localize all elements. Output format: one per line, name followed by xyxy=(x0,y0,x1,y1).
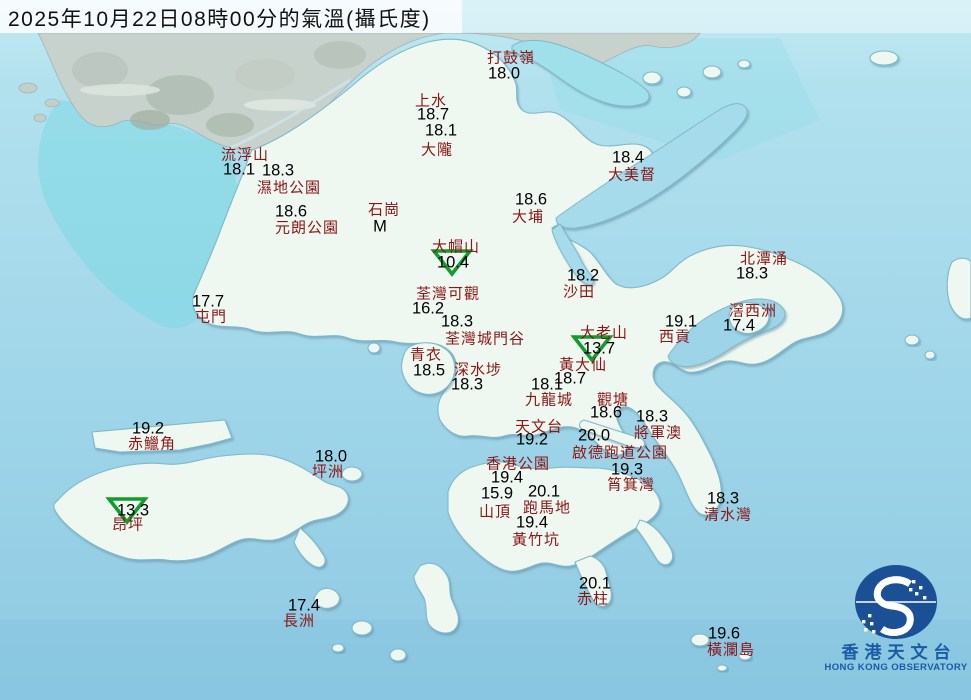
station-name-label: 赤鱲角 xyxy=(128,433,176,454)
station-name-label: 屯門 xyxy=(195,306,227,327)
station-name-label: 石崗 xyxy=(368,199,400,220)
station-name-label: 打鼓嶺 xyxy=(487,47,535,68)
station-name-label: 大老山 xyxy=(580,322,628,343)
station-name-label: 沙田 xyxy=(563,281,595,302)
station-name-label: 赤柱 xyxy=(577,588,609,609)
station-name-label: 大埔 xyxy=(512,206,544,227)
station-name-label: 天文台 xyxy=(515,416,563,437)
station-name-label: 滘西洲 xyxy=(729,300,777,321)
station-name-label: 黃大仙 xyxy=(559,354,607,375)
station-name-label: 深水埗 xyxy=(454,359,502,380)
station-name-label: 筲箕灣 xyxy=(607,474,655,495)
hko-logo: 香港天文台 HONG KONG OBSERVATORY xyxy=(823,560,969,698)
temperature-map-screen: 2025年10月22日08時00分的氣溫(攝氏度) 18.0打鼓嶺18.7上水1… xyxy=(0,0,971,700)
station-name-label: 元朗公園 xyxy=(275,217,339,238)
station-name-label: 觀塘 xyxy=(597,389,629,410)
station-name-label: 大帽山 xyxy=(432,236,480,257)
station-name-label: 長洲 xyxy=(283,610,315,631)
station-name-label: 青衣 xyxy=(410,344,442,365)
station-name-label: 清水灣 xyxy=(704,504,752,525)
station-name-label: 上水 xyxy=(415,90,447,111)
station-name-label: 山頂 xyxy=(479,501,511,522)
station-name-label: 坪洲 xyxy=(312,461,344,482)
station-name-label: 荃灣可觀 xyxy=(416,283,480,304)
station-name-label: 西貢 xyxy=(659,326,691,347)
station-name-label: 將軍澳 xyxy=(634,422,682,443)
station-name-label: 九龍城 xyxy=(525,389,573,410)
station-name-label: 北潭涌 xyxy=(740,248,788,269)
hko-emblem-icon xyxy=(826,560,966,644)
hko-logo-chinese: 香港天文台 xyxy=(829,644,969,662)
station-temp-value: M xyxy=(373,218,387,237)
station-name-label: 濕地公園 xyxy=(257,177,321,198)
station-name-label: 大美督 xyxy=(608,164,656,185)
station-name-label: 昂坪 xyxy=(112,514,144,535)
station-name-label: 大隴 xyxy=(421,139,453,160)
hko-logo-english: HONG KONG OBSERVATORY xyxy=(823,662,969,674)
station-name-label: 香港公園 xyxy=(486,453,550,474)
station-name-label: 荃灣城門谷 xyxy=(445,328,525,349)
station-name-label: 黃竹坑 xyxy=(512,529,560,550)
station-name-label: 啟德跑道公園 xyxy=(572,442,668,463)
station-name-label: 橫瀾島 xyxy=(707,639,755,660)
